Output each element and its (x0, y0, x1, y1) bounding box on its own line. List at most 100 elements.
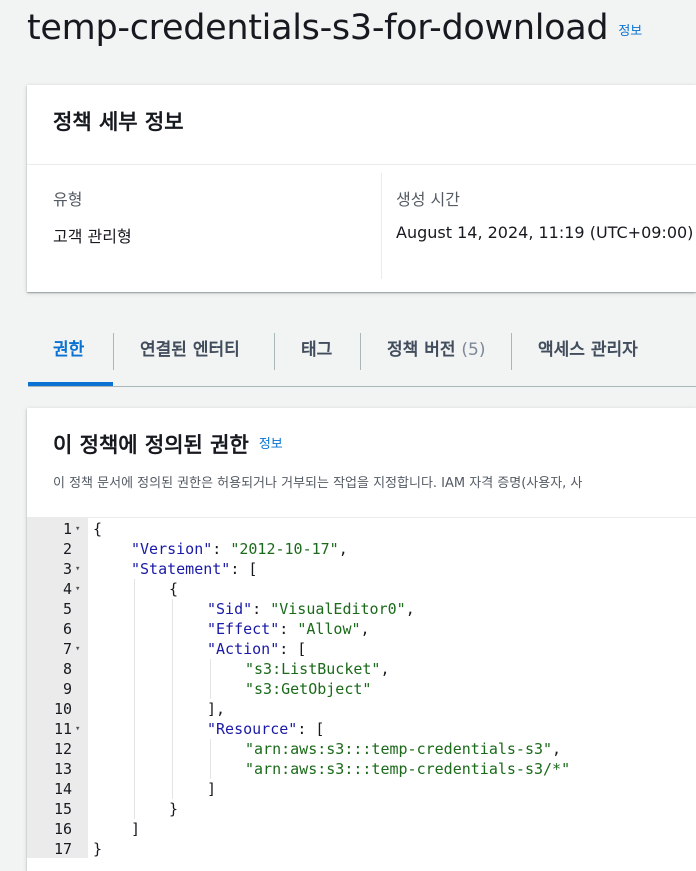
code-text: ] (207, 780, 217, 798)
tab-tags[interactable]: 태그 (301, 331, 332, 371)
code-line: 7 ▾ "Action": [ (27, 639, 696, 659)
line-number: 8 (62, 660, 72, 678)
json-key: "Version" (131, 540, 213, 558)
code-line: 14] (27, 779, 696, 799)
json-string: "VisualEditor0" (270, 600, 406, 618)
fold-toggle-icon[interactable]: ▾ (75, 579, 80, 599)
tab-policy-versions-label: 정책 버전 (387, 340, 456, 360)
tab-separator (511, 333, 512, 370)
code-line: 8 "s3:ListBucket", (27, 659, 696, 679)
code-text: "Resource": [ (207, 720, 325, 738)
code-text: { (169, 580, 179, 598)
json-string: "s3:ListBucket" (245, 660, 381, 678)
fold-toggle-icon[interactable]: ▾ (75, 719, 80, 739)
json-string: "s3:GetObject" (245, 680, 372, 698)
code-text: ], (207, 700, 226, 718)
tab-separator (360, 333, 361, 370)
indent-guide (210, 659, 211, 699)
code-text: ] (131, 820, 141, 838)
policy-tabs: 권한 연결된 엔터티 태그 정책 버전 (5) 액세스 관리자 (28, 331, 696, 387)
code-text: "Effect": "Allow", (207, 620, 370, 638)
policy-details-card: 정책 세부 정보 유형 고객 관리형 생성 시간 August 14, 2024… (27, 85, 696, 292)
policy-type-field: 유형 고객 관리형 (53, 186, 132, 247)
policy-type-value: 고객 관리형 (53, 227, 132, 246)
active-tab-indicator (28, 382, 113, 386)
code-line: 13 "arn:aws:s3:::temp-credentials-s3/*" (27, 759, 696, 779)
indent-guide (210, 739, 211, 779)
fold-toggle-icon[interactable]: ▾ (75, 559, 80, 579)
line-number: 10 (53, 700, 72, 718)
tab-permissions[interactable]: 권한 (53, 331, 84, 371)
code-line: 12 "arn:aws:s3:::temp-credentials-s3", (27, 739, 696, 759)
indent-guide (134, 579, 135, 819)
code-text: { (93, 520, 103, 538)
line-number: 6 (62, 620, 72, 638)
page-title-row: temp-credentials-s3-for-download 정보 (27, 8, 642, 48)
code-text: "Statement": [ (131, 560, 258, 578)
line-number: 14 (53, 780, 72, 798)
permissions-description: 이 정책 문서에 정의된 권한은 허용되거나 거부되는 작업을 지정합니다. I… (53, 476, 583, 491)
indent-guide (172, 599, 173, 799)
line-number: 3 (62, 560, 72, 578)
line-number: 16 (53, 820, 72, 838)
code-line: 16] (27, 819, 696, 839)
permissions-card: 이 정책에 정의된 권한 정보 이 정책 문서에 정의된 권한은 허용되거나 거… (27, 408, 696, 871)
creation-time-label: 생성 시간 (396, 190, 460, 209)
permissions-info-link[interactable]: 정보 (259, 433, 283, 452)
page-info-link[interactable]: 정보 (618, 20, 642, 39)
code-line: 6 "Effect": "Allow", (27, 619, 696, 639)
code-line: 11 ▾ "Resource": [ (27, 719, 696, 739)
code-line: 2 "Version": "2012-10-17", (27, 539, 696, 559)
json-key: "Statement" (131, 560, 231, 578)
tab-policy-versions[interactable]: 정책 버전 (5) (387, 331, 486, 371)
tab-separator (113, 333, 114, 370)
json-string: "2012-10-17" (230, 540, 339, 558)
page-title: temp-credentials-s3-for-download (27, 8, 609, 48)
json-key: "Action" (207, 640, 280, 658)
line-number: 2 (62, 540, 72, 558)
fold-toggle-icon[interactable]: ▾ (75, 639, 80, 659)
line-number: 4 (62, 580, 72, 598)
code-line: 10], (27, 699, 696, 719)
code-line: 3 ▾ "Statement": [ (27, 559, 696, 579)
tab-access-advisor[interactable]: 액세스 관리자 (538, 331, 638, 371)
json-string: "arn:aws:s3:::temp-credentials-s3" (245, 740, 553, 758)
tab-attached-entities-label: 연결된 엔터티 (140, 340, 240, 360)
code-line: 1 ▾ { (27, 519, 696, 539)
code-text: "arn:aws:s3:::temp-credentials-s3", (245, 740, 562, 758)
fold-toggle-icon[interactable]: ▾ (75, 519, 80, 539)
tab-policy-versions-count: (5) (461, 340, 486, 360)
code-text: "Version": "2012-10-17", (131, 540, 348, 558)
json-key: "Resource" (207, 720, 298, 738)
tab-permissions-label: 권한 (53, 340, 85, 360)
line-number: 15 (53, 800, 72, 818)
line-number: 7 (62, 640, 72, 658)
tab-separator (274, 333, 275, 370)
creation-time-field: 생성 시간 August 14, 2024, 11:19 (UTC+09:00) (396, 186, 693, 242)
policy-details-header: 정책 세부 정보 (53, 110, 184, 134)
code-line: 15} (27, 799, 696, 819)
code-line: 9 "s3:GetObject" (27, 679, 696, 699)
creation-time-value: August 14, 2024, 11:19 (UTC+09:00) (396, 223, 694, 242)
tab-attached-entities[interactable]: 연결된 엔터티 (140, 331, 240, 371)
policy-json-editor[interactable]: 1 ▾{2 "Version": "2012-10-17", 3 ▾ "Statement… (27, 517, 696, 858)
code-text: "Action": [ (207, 640, 307, 658)
code-text: } (93, 840, 103, 858)
code-text: } (169, 800, 179, 818)
header-divider (27, 164, 696, 165)
code-text: "s3:GetObject" (245, 679, 371, 699)
line-number: 17 (53, 840, 72, 858)
code-line: 5 "Sid": "VisualEditor0", (27, 599, 696, 619)
line-number: 1 (62, 520, 72, 538)
tab-access-advisor-label: 액세스 관리자 (538, 340, 638, 360)
line-number: 11 (53, 720, 72, 738)
line-number: 5 (62, 600, 72, 618)
permissions-title: 이 정책에 정의된 권한 (53, 433, 249, 457)
permissions-title-row: 이 정책에 정의된 권한 정보 (53, 429, 283, 459)
code-line: 4 ▾ { (27, 579, 696, 599)
tab-tags-label: 태그 (301, 340, 333, 360)
json-key: "Sid" (207, 600, 253, 618)
line-number: 13 (53, 760, 72, 778)
line-number: 9 (62, 680, 72, 698)
code-line: 17} (27, 839, 696, 858)
